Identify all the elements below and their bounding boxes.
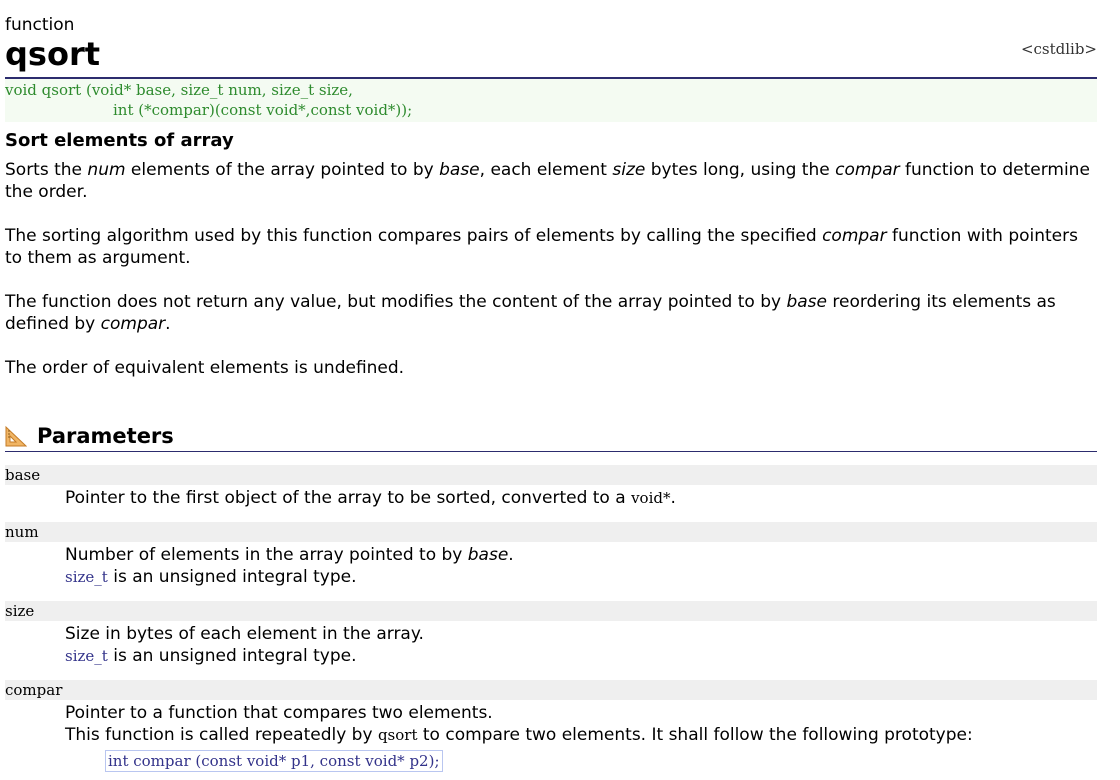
text-run: The function does not return any value, … — [5, 292, 787, 312]
description-line: Pointer to a function that compares two … — [65, 703, 493, 723]
text-run: elements of the array pointed to by — [125, 160, 440, 180]
text-run: is an unsigned integral type. — [107, 646, 357, 666]
size-t-link[interactable]: size_t — [65, 647, 108, 665]
description-line: Size in bytes of each element in the arr… — [65, 624, 424, 644]
prototype-line-1: void qsort (void* base, size_t num, size… — [5, 81, 353, 99]
description-paragraph-3: The function does not return any value, … — [5, 291, 1097, 335]
parameter-name: size — [5, 601, 1097, 621]
parameter-base: base Pointer to the first object of the … — [5, 465, 1097, 509]
entity-kind-label: function — [5, 15, 75, 35]
parameter-description: Number of elements in the array pointed … — [5, 542, 1097, 588]
parameters-heading-label: Parameters — [37, 424, 174, 448]
text-run: bytes long, using the — [645, 160, 836, 180]
page-title: qsort — [5, 35, 101, 73]
param-ref-base: base — [786, 292, 827, 312]
header-library-link[interactable]: <cstdlib> — [1021, 38, 1097, 60]
param-ref-base: base — [439, 160, 480, 180]
description-line: Pointer to the first object of the array… — [65, 487, 1097, 509]
description-line: size_t is an unsigned integral type. — [65, 566, 1097, 588]
set-square-icon — [5, 425, 27, 447]
description-line: Number of elements in the array pointed … — [65, 544, 1097, 566]
compar-prototype-code: int compar (const void* p1, const void* … — [105, 750, 443, 772]
size-t-link[interactable]: size_t — [65, 568, 108, 586]
parameter-name: compar — [5, 680, 1097, 700]
parameters-heading: Parameters — [5, 423, 1097, 452]
inline-code: void* — [631, 489, 671, 507]
text-run: This function is called repeatedly by — [65, 725, 378, 745]
param-ref-base: base — [467, 545, 509, 565]
parameter-name: num — [5, 522, 1097, 542]
parameter-compar: compar Pointer to a function that compar… — [5, 680, 1097, 772]
description-paragraph-2: The sorting algorithm used by this funct… — [5, 225, 1097, 269]
text-run: , each element — [479, 160, 613, 180]
inline-code: qsort — [377, 726, 418, 744]
text-run: is an unsigned integral type. — [107, 567, 357, 587]
function-summary: Sort elements of array — [5, 130, 234, 151]
description-paragraph-1: Sorts the num elements of the array poin… — [5, 159, 1097, 203]
text-run: . — [508, 545, 514, 565]
text-run: . — [670, 488, 676, 508]
param-ref-compar: compar — [822, 226, 887, 246]
text-run: to compare two elements. It shall follow… — [417, 725, 973, 745]
description-paragraph-4: The order of equivalent elements is unde… — [5, 358, 405, 378]
reference-page: function qsort <cstdlib> void qsort (voi… — [5, 0, 1097, 772]
param-ref-compar: compar — [100, 314, 166, 334]
text-run: . — [165, 314, 171, 334]
description-line: This function is called repeatedly by qs… — [65, 724, 1097, 746]
parameter-description: Pointer to the first object of the array… — [5, 485, 1097, 509]
param-ref-size: size — [612, 160, 646, 180]
param-ref-num: num — [87, 160, 126, 180]
parameter-name: base — [5, 465, 1097, 485]
parameter-num: num Number of elements in the array poin… — [5, 522, 1097, 588]
prototype-line-2: int (*compar)(const void*,const void*)); — [113, 101, 413, 119]
description-line: size_t is an unsigned integral type. — [65, 645, 1097, 667]
text-run: Pointer to the first object of the array… — [65, 488, 632, 508]
param-ref-compar: compar — [835, 160, 900, 180]
text-run: Sorts the — [5, 160, 88, 180]
parameter-size: size Size in bytes of each element in th… — [5, 601, 1097, 667]
text-run: Number of elements in the array pointed … — [65, 545, 468, 565]
parameter-description: Size in bytes of each element in the arr… — [5, 621, 1097, 667]
text-run: The sorting algorithm used by this funct… — [5, 226, 823, 246]
parameter-description: Pointer to a function that compares two … — [5, 700, 1097, 772]
function-prototype: void qsort (void* base, size_t num, size… — [5, 79, 1097, 122]
